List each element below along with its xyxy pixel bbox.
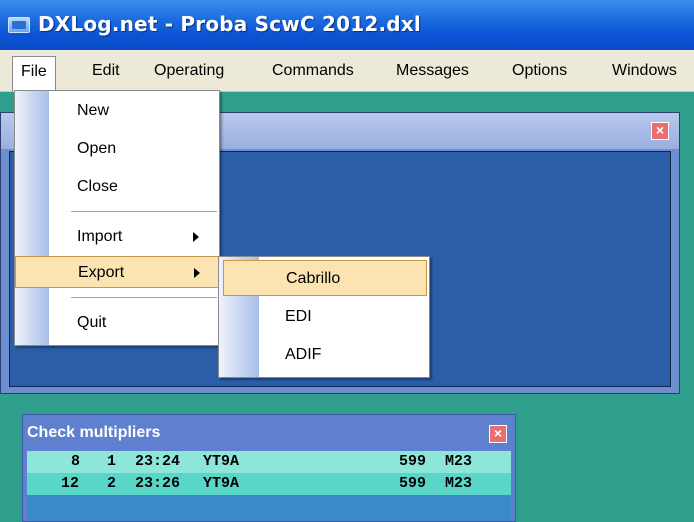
band-number: 1 — [107, 453, 117, 470]
multiplier-row[interactable]: 8 1 23:24 YT9A 599 M23 — [27, 451, 511, 473]
panel-close-icon[interactable]: × — [489, 425, 507, 443]
menu-item-export[interactable]: Export — [15, 256, 219, 288]
qso-number: 12 — [61, 475, 80, 492]
app-window-icon[interactable] — [8, 17, 30, 33]
submenu-item-adif[interactable]: ADIF — [219, 337, 429, 373]
submenu-arrow-icon — [193, 232, 199, 242]
file-menu-dropdown: New Open Close Import Export Quit — [14, 90, 220, 346]
menu-operating[interactable]: Operating — [146, 56, 232, 86]
panel-title: Check multipliers — [27, 424, 161, 441]
menu-commands[interactable]: Commands — [264, 56, 362, 86]
submenu-arrow-icon — [194, 268, 200, 278]
rst: 599 — [399, 453, 427, 470]
callsign: YT9A — [203, 453, 240, 470]
multiplier: M23 — [445, 475, 473, 492]
multiplier: M23 — [445, 453, 473, 470]
menubar: File Edit Operating Commands Messages Op… — [0, 50, 694, 92]
menu-messages[interactable]: Messages — [388, 56, 477, 86]
menu-item-import[interactable]: Import — [15, 221, 219, 253]
menu-item-open[interactable]: Open — [15, 133, 219, 165]
window-titlebar[interactable]: DXLog.net - Proba ScwC 2012.dxl — [0, 0, 694, 50]
export-submenu: Cabrillo EDI ADIF — [218, 256, 430, 378]
callsign: YT9A — [203, 475, 240, 492]
multiplier-row[interactable]: 12 2 23:26 YT9A 599 M23 — [27, 473, 511, 495]
qso-number: 8 — [71, 453, 81, 470]
window-title: DXLog.net - Proba ScwC 2012.dxl — [38, 12, 421, 36]
submenu-item-edi[interactable]: EDI — [219, 299, 429, 335]
rst: 599 — [399, 475, 427, 492]
menu-separator — [71, 211, 217, 212]
menu-item-close[interactable]: Close — [15, 171, 219, 203]
check-multipliers-panel: Check multipliers × 8 1 23:24 YT9A 599 M… — [22, 414, 516, 522]
qso-time: 23:26 — [135, 475, 181, 492]
mdi-close-icon[interactable]: × — [651, 122, 669, 140]
menu-file[interactable]: File — [12, 56, 56, 92]
submenu-item-cabrillo[interactable]: Cabrillo — [223, 260, 427, 296]
band-number: 2 — [107, 475, 117, 492]
menu-windows[interactable]: Windows — [604, 56, 685, 86]
menu-separator — [71, 297, 217, 298]
multiplier-row-partial — [27, 495, 511, 521]
menu-item-quit[interactable]: Quit — [15, 307, 219, 339]
menu-options[interactable]: Options — [504, 56, 575, 86]
menu-item-new[interactable]: New — [15, 95, 219, 127]
qso-time: 23:24 — [135, 453, 181, 470]
menu-edit[interactable]: Edit — [84, 56, 128, 86]
